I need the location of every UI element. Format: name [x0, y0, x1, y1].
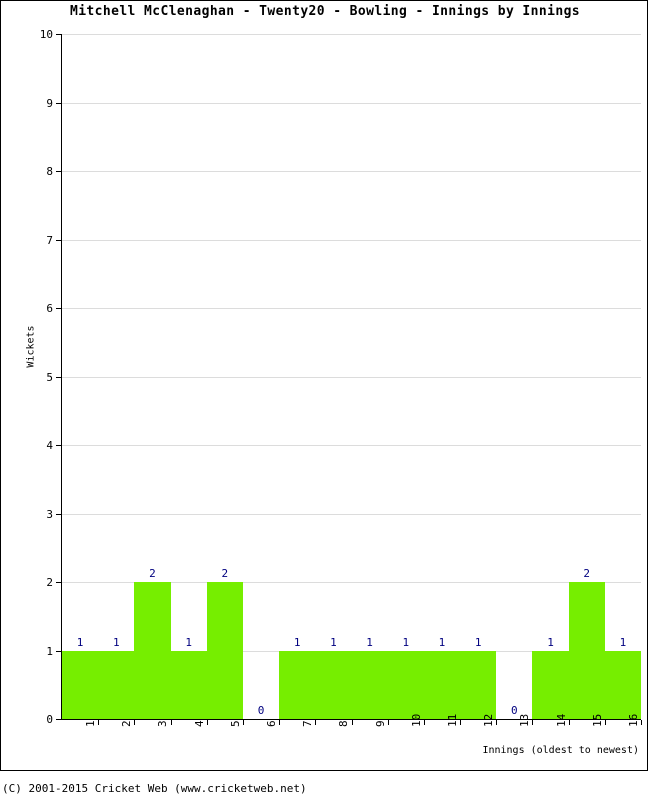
bar-value-label: 1 — [474, 635, 482, 649]
x-axis-tick-mark — [134, 720, 136, 725]
x-axis-tick-mark — [460, 720, 462, 725]
x-axis-tick-label: 1 — [84, 720, 98, 727]
y-axis-tick-labels: 0 1 2 3 4 5 6 7 8 9 10 — [1, 1, 53, 772]
x-axis-tick-mark — [351, 720, 353, 725]
bar — [387, 650, 424, 719]
gridline — [62, 376, 641, 378]
bar — [604, 650, 641, 719]
chart-frame: Mitchell McClenaghan - Twenty20 - Bowlin… — [0, 0, 648, 771]
x-axis-tick-mark — [568, 720, 570, 725]
x-axis-tick-label: 15 — [590, 713, 604, 727]
y-axis-tick-label: 3 — [46, 507, 53, 521]
footer-copyright: (C) 2001-2015 Cricket Web (www.cricketwe… — [2, 782, 307, 795]
y-axis-tick-label: 9 — [46, 96, 53, 110]
gridline — [62, 308, 641, 309]
bar — [98, 650, 135, 719]
x-axis-tick-label: 16 — [626, 713, 640, 727]
y-axis-tick-label: 1 — [46, 644, 53, 658]
x-axis-tick-label: 12 — [482, 713, 496, 727]
gridline — [62, 239, 641, 241]
x-axis-tick-mark — [242, 720, 244, 725]
x-axis-tick-mark — [532, 720, 534, 725]
gridline — [62, 445, 641, 446]
x-axis-tick-mark — [641, 720, 642, 725]
x-axis-tick-mark — [604, 720, 606, 725]
y-axis-line — [61, 34, 62, 720]
y-axis-title: Wickets — [25, 325, 37, 368]
plot-area: 1121201111110121 — [62, 34, 641, 720]
bar-value-label: 1 — [76, 635, 84, 649]
x-axis-tick-label: 6 — [265, 720, 279, 727]
x-axis-tick-label: 11 — [445, 713, 459, 727]
bar — [62, 650, 99, 719]
x-axis-tick-label: 3 — [156, 720, 170, 727]
bar — [279, 650, 316, 719]
gridline — [62, 34, 641, 35]
x-axis-tick-label: 2 — [120, 720, 134, 727]
x-axis-tick-label: 8 — [337, 720, 351, 727]
bar-value-label: 1 — [619, 635, 627, 649]
x-axis-tick-mark — [170, 720, 172, 725]
x-axis-tick-mark — [279, 720, 281, 725]
y-axis-tick-label: 8 — [46, 165, 53, 178]
x-axis-tick-mark — [423, 720, 425, 725]
bar-value-label: 2 — [221, 567, 229, 580]
x-axis-tick-mark — [206, 720, 208, 725]
x-axis-tick-label: 9 — [373, 720, 387, 727]
bar-value-label: 1 — [293, 635, 301, 649]
bar — [423, 650, 461, 719]
x-axis-tick-label: 5 — [228, 720, 242, 727]
x-axis-tick-label: 14 — [554, 713, 568, 727]
x-axis-title: Innings (oldest to newest) — [482, 745, 639, 756]
bar — [460, 650, 497, 719]
y-axis-tick-label: 4 — [46, 439, 53, 452]
y-axis-tick-label: 7 — [46, 233, 53, 247]
bar-value-label: 2 — [583, 567, 591, 580]
x-axis-tick-label: 4 — [192, 720, 206, 727]
bar — [170, 650, 207, 719]
y-axis-tick-label: 0 — [46, 713, 53, 726]
bar — [315, 650, 352, 719]
bar-value-label: 1 — [330, 635, 337, 649]
bar-value-label: 1 — [402, 635, 410, 649]
bar-value-label: 1 — [185, 635, 192, 649]
bar-value-label: 1 — [438, 635, 446, 649]
x-axis-tick-mark — [315, 720, 317, 725]
x-axis-tick-label: 7 — [301, 720, 315, 727]
bar — [568, 582, 605, 719]
bar-value-label: 0 — [257, 704, 265, 717]
x-axis-tick-mark — [496, 720, 498, 725]
x-axis-tick-label: 13 — [518, 713, 532, 727]
chart-title: Mitchell McClenaghan - Twenty20 - Bowlin… — [69, 4, 581, 19]
gridline — [62, 171, 641, 172]
bar-value-label: 2 — [149, 567, 156, 580]
x-axis-tick-mark — [387, 720, 389, 725]
bar-value-label: 1 — [547, 635, 554, 649]
x-axis-tick-mark — [98, 720, 100, 725]
bar-value-label: 1 — [366, 635, 373, 649]
gridline — [62, 513, 641, 515]
y-axis-tick-label: 10 — [39, 28, 53, 41]
bar — [532, 650, 569, 719]
bar — [351, 650, 388, 719]
x-axis-tick-label: 10 — [409, 713, 423, 727]
bar — [206, 582, 243, 719]
gridline — [62, 102, 641, 104]
bar-value-label: 1 — [112, 635, 120, 649]
bar — [134, 582, 171, 719]
y-axis-tick-label: 2 — [46, 576, 53, 589]
